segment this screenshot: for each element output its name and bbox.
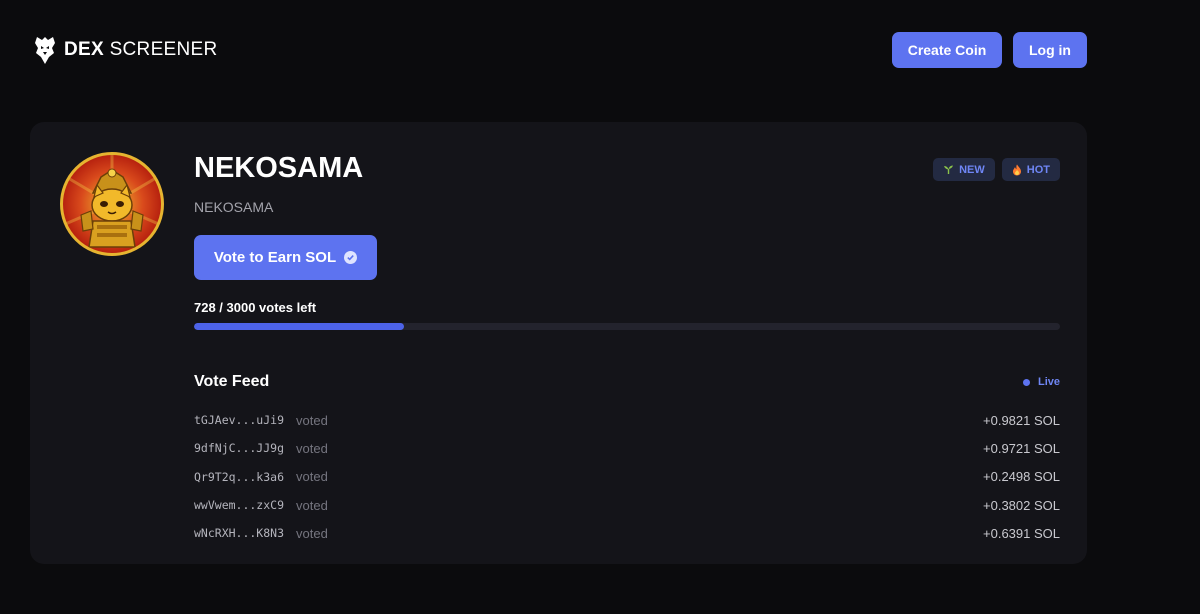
- live-dot-icon: [1022, 378, 1030, 386]
- feed-row: wwVwem...zxC9 voted +0.3802 SOL: [194, 491, 1060, 519]
- create-coin-button[interactable]: Create Coin: [892, 32, 1002, 68]
- logo-text: DEX SCREENER: [64, 39, 218, 61]
- feed-row: tGJAev...uJi9 voted +0.9821 SOL: [194, 406, 1060, 434]
- new-badge[interactable]: NEW: [933, 158, 995, 181]
- vote-button-label: Vote to Earn SOL: [213, 249, 337, 266]
- feed-address[interactable]: wwVwem...zxC9: [194, 498, 296, 512]
- hot-badge-label: HOT: [1026, 163, 1050, 176]
- check-circle-icon: [344, 251, 358, 264]
- feed-row: Qr9T2q...k3a6 voted +0.2498 SOL: [194, 463, 1060, 491]
- feed-action: voted: [296, 412, 328, 428]
- eagle-logo-icon: [35, 37, 55, 64]
- feed-address[interactable]: wNcRXH...K8N3: [194, 526, 296, 540]
- new-badge-label: NEW: [959, 163, 985, 176]
- logo-text-bold: DEX: [64, 39, 104, 60]
- live-label: Live: [1037, 376, 1060, 388]
- sprout-icon: [944, 165, 954, 174]
- votes-left-text: 728 / 3000 votes left: [194, 300, 317, 315]
- coin-card: NEKOSAMA NEKOSAMA NEW HOT Vote to Earn S…: [30, 122, 1087, 564]
- feed-row: 9dfNjC...JJ9g voted +0.9721 SOL: [194, 434, 1060, 462]
- samurai-cat-icon: [63, 155, 161, 248]
- coin-title: NEKOSAMA: [194, 152, 364, 184]
- vote-to-earn-button[interactable]: Vote to Earn SOL: [194, 235, 377, 280]
- feed-amount: +0.2498 SOL: [983, 469, 1060, 485]
- feed-address[interactable]: 9dfNjC...JJ9g: [194, 441, 296, 455]
- fire-icon: [1012, 164, 1021, 175]
- badge-group: NEW HOT: [933, 158, 1060, 181]
- logo-text-light: SCREENER: [109, 39, 218, 60]
- vote-feed-list: tGJAev...uJi9 voted +0.9821 SOL 9dfNjC..…: [194, 406, 1060, 547]
- feed-address[interactable]: tGJAev...uJi9: [194, 413, 296, 427]
- feed-action: voted: [296, 525, 328, 541]
- coin-avatar: [60, 152, 164, 256]
- feed-address[interactable]: Qr9T2q...k3a6: [194, 470, 296, 484]
- feed-action: voted: [296, 440, 328, 456]
- live-indicator: Live: [1022, 376, 1060, 388]
- top-header: DEX SCREENER Create Coin Log in: [0, 0, 1200, 100]
- feed-amount: +0.3802 SOL: [983, 497, 1060, 513]
- votes-progress-bar: [194, 323, 1060, 330]
- feed-amount: +0.9721 SOL: [983, 440, 1060, 456]
- feed-action: voted: [296, 469, 328, 485]
- login-button[interactable]: Log in: [1013, 32, 1087, 68]
- vote-feed-title: Vote Feed: [194, 373, 270, 390]
- votes-progress-fill: [194, 323, 405, 330]
- coin-subtitle: NEKOSAMA: [194, 199, 274, 215]
- feed-amount: +0.9821 SOL: [983, 412, 1060, 428]
- hot-badge[interactable]: HOT: [1001, 158, 1060, 181]
- dex-screener-logo[interactable]: DEX SCREENER: [33, 34, 218, 66]
- feed-action: voted: [296, 497, 328, 513]
- feed-amount: +0.6391 SOL: [983, 525, 1060, 541]
- feed-row: wNcRXH...K8N3 voted +0.6391 SOL: [194, 519, 1060, 547]
